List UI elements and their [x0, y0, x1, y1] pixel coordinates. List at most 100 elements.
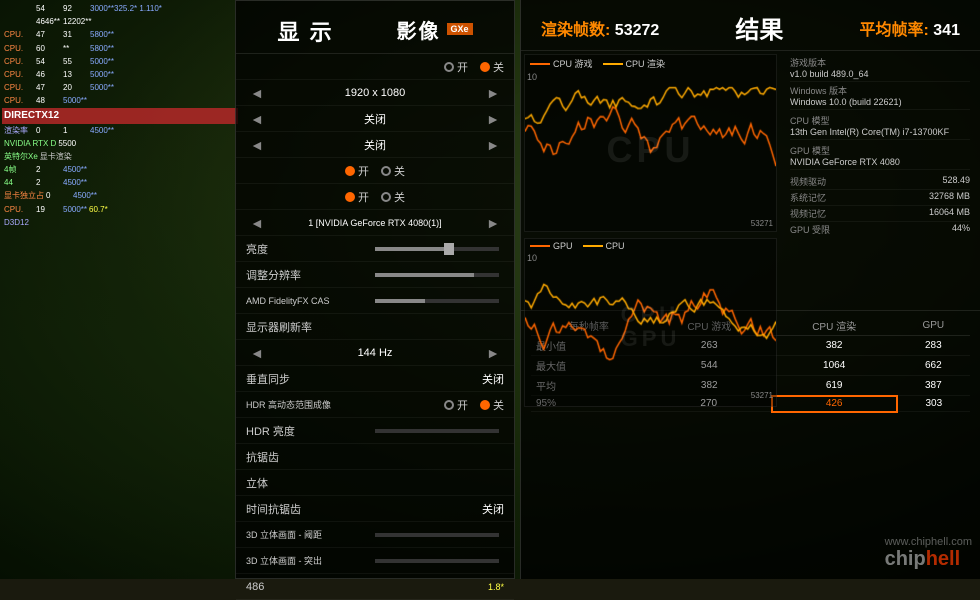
radio2-off[interactable]: 关 [381, 189, 405, 205]
stat-row: CPU. 46 13 5000** [2, 68, 238, 81]
legend-cpu2-color [583, 245, 603, 247]
right-arrow-2[interactable]: ► [482, 111, 504, 127]
resolution-adjust-slider[interactable] [375, 273, 499, 277]
settings-hz-row[interactable]: ◄ 144 Hz ► [236, 340, 514, 366]
avg-fps-container: 平均帧率: 341 [859, 16, 960, 40]
chart1-y-label: 10 [527, 72, 537, 82]
watermark-url: www.chiphell.com [885, 536, 972, 548]
legend-cpu-game: CPU 游戏 [530, 57, 593, 70]
video-driver-row: 视频驱动 528.49 [790, 174, 970, 190]
stat-row: CPU. 54 55 5000** [2, 55, 238, 68]
stat-row: CPU. 47 31 5800** [2, 28, 238, 41]
stat-row: 英特尔Xe 显卡渲染 [2, 150, 238, 163]
radio-group-1[interactable]: 开 关 [345, 163, 405, 179]
radio1-off-dot [381, 166, 391, 176]
legend-gpu: GPU [530, 241, 573, 251]
settings-aa-row: 抗锯齿 [236, 444, 514, 470]
left-arrow-5[interactable]: ◄ [246, 345, 268, 361]
video-memory-value: 16064 MB [929, 207, 970, 220]
settings-taa-row: 时间抗锯齿 关闭 [236, 496, 514, 522]
legend-gpu-color [530, 245, 550, 247]
left-arrow[interactable]: ◄ [246, 85, 268, 101]
settings-resolution-row[interactable]: ◄ 1920 x 1080 ► [236, 80, 514, 106]
refresh-rate-label: 显示器刷新率 [246, 319, 504, 335]
radio-on[interactable]: 开 [444, 59, 468, 75]
settings-brightness-row: 亮度 [236, 236, 514, 262]
resolution-adjust-label: 调整分辨率 [246, 267, 370, 283]
radio1-on[interactable]: 开 [345, 163, 369, 179]
results-title: 渲染帧数: 53272 [541, 16, 659, 40]
settings-hdr-brightness-row: HDR 亮度 [236, 418, 514, 444]
settings-486-row: 486 1.8* [236, 574, 514, 600]
left-stats-panel: 54 92 3000**325.2* 1.110* 4646** 12202**… [0, 0, 240, 360]
stat-row: D3D12 [2, 216, 238, 229]
3d2-label: 3D 立体画面 - 突出 [246, 554, 370, 567]
isolation-radio[interactable]: 开 关 [444, 59, 504, 75]
cpu-model-value: 13th Gen Intel(R) Core(TM) i7-13700KF [790, 127, 970, 137]
gpu-limit-row: GPU 受限 44% [790, 222, 970, 237]
stat-row: 44 2 4500** [2, 176, 238, 189]
radio2-on-dot [345, 192, 355, 202]
legend-cpu-render-color [603, 63, 623, 65]
radio2-off-dot [381, 192, 391, 202]
hdr-on-dot [444, 400, 454, 410]
chart2-container: GPU CPU 10 CPUGPU 53271 [524, 238, 777, 407]
radio1-off[interactable]: 关 [381, 163, 405, 179]
brightness-label: 亮度 [246, 241, 370, 257]
aa-label: 抗锯齿 [246, 449, 504, 465]
row-95-v3: 303 [897, 396, 970, 412]
chart2-area: 10 CPUGPU 53271 [525, 253, 776, 400]
col-header-gpu: GPU [897, 316, 970, 336]
hdr-off[interactable]: 关 [480, 397, 504, 413]
avg-fps-value: 341 [933, 22, 960, 39]
hell-text: hell [926, 548, 960, 571]
settings-refresh-rate-row: 显示器刷新率 [236, 314, 514, 340]
video-memory-label: 视频记忆 [790, 207, 826, 220]
radio-off[interactable]: 关 [480, 59, 504, 75]
radio1-on-dot [345, 166, 355, 176]
stat-row: NVIDIA RTX D 5500 [2, 137, 238, 150]
row-95-v2: 426 [772, 396, 897, 412]
left-arrow-4[interactable]: ◄ [246, 215, 268, 231]
hdr-brightness-slider[interactable] [375, 429, 499, 433]
render-count-label: 渲染帧数: [541, 22, 610, 39]
radio2-on[interactable]: 开 [345, 189, 369, 205]
left-arrow-2[interactable]: ◄ [246, 111, 268, 127]
middle-settings-panel: 显 示 影像 GXe GPU 受限 开 关 ◄ 1920 x 1080 ► ◄ … [235, 0, 515, 579]
3d2-slider[interactable] [375, 559, 499, 563]
row-min-v3: 283 [897, 336, 970, 356]
directx-row: DIRECTX12 [2, 108, 238, 124]
right-arrow-3[interactable]: ► [482, 137, 504, 153]
avg-fps-label: 平均帧率: [859, 22, 928, 39]
settings-gpu-row[interactable]: ◄ 1 [NVIDIA GeForce RTX 4080(1)] ► [236, 210, 514, 236]
settings-vsync-row: 垂直同步 关闭 [236, 366, 514, 392]
taa-value: 关闭 [482, 501, 504, 517]
radio-group-2[interactable]: 开 关 [345, 189, 405, 205]
gpu-model-value: NVIDIA GeForce RTX 4080 [790, 157, 970, 167]
settings-3d1-row: 3D 立体画面 - 阈距 [236, 522, 514, 548]
stat-row: CPU. 48 5000** [2, 94, 238, 107]
hdr-on[interactable]: 开 [444, 397, 468, 413]
stat-row: 4646** 12202** [2, 15, 238, 28]
3d1-slider[interactable] [375, 533, 499, 537]
row-max-v3: 662 [897, 356, 970, 376]
radio-off-dot [480, 62, 490, 72]
left-arrow-3[interactable]: ◄ [246, 137, 268, 153]
cas-label: AMD FidelityFX CAS [246, 296, 370, 306]
resolution-value: 1920 x 1080 [268, 87, 482, 99]
hdr-radio[interactable]: 开 关 [444, 397, 504, 413]
hdr-label: HDR 高动态范围成像 [246, 398, 444, 411]
right-arrow-5[interactable]: ► [482, 345, 504, 361]
hdr-brightness-label: HDR 亮度 [246, 423, 370, 439]
stat-row: 渲染率 0 1 4500** [2, 124, 238, 137]
right-results-panel: 渲染帧数: 53272 结果 平均帧率: 341 CPU 游戏 CPU 渲 [520, 0, 980, 579]
right-arrow[interactable]: ► [482, 85, 504, 101]
cas-slider[interactable] [375, 299, 499, 303]
display-title: 显 示 [277, 7, 333, 51]
brightness-slider[interactable] [375, 247, 499, 251]
video-driver-label: 视频驱动 [790, 175, 826, 188]
right-arrow-4[interactable]: ► [482, 215, 504, 231]
game-version-value: v1.0 build 489.0_64 [790, 69, 970, 79]
stat-row: 4帧 2 4500** [2, 163, 238, 176]
render-count-value: 53272 [615, 22, 660, 39]
